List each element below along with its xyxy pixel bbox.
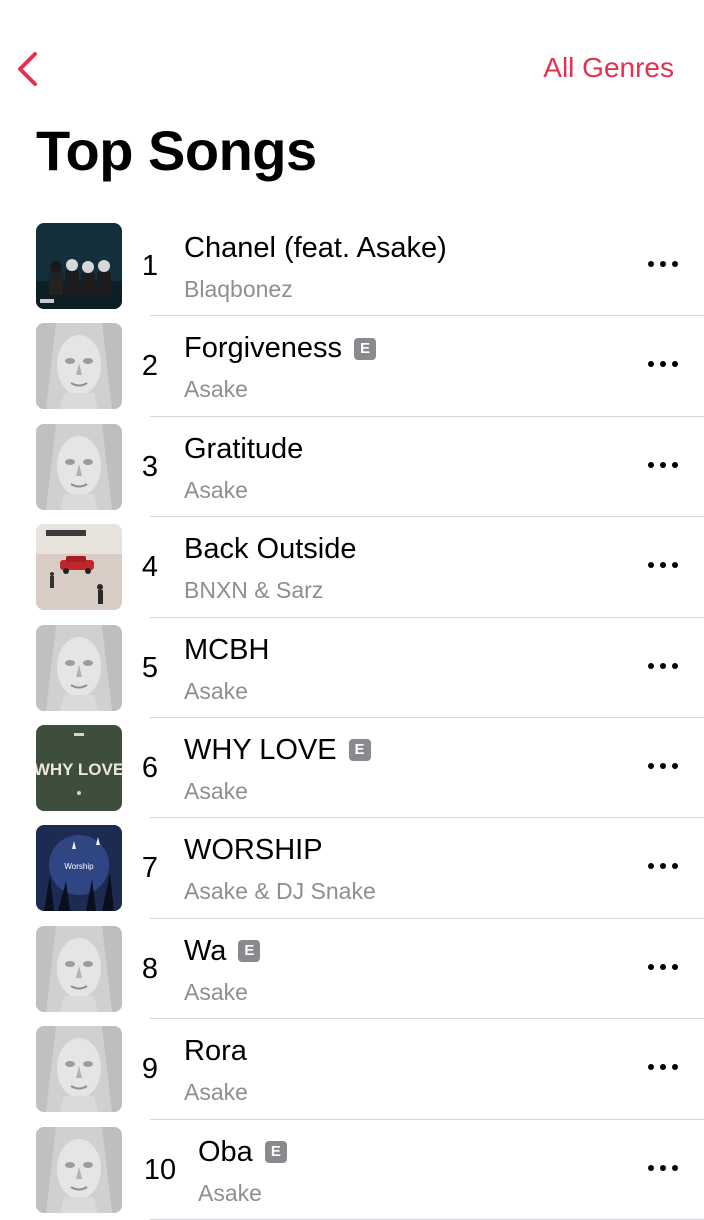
song-rank: 4	[141, 551, 159, 584]
song-artist: Asake	[184, 476, 248, 503]
ellipsis-icon	[648, 963, 678, 970]
song-row[interactable]: 8 Wa E Asake	[0, 919, 704, 1020]
album-art	[36, 423, 122, 510]
song-title: WHY LOVE	[184, 733, 337, 766]
song-artist: BNXN & Sarz	[184, 577, 324, 604]
song-title: Gratitude	[184, 432, 304, 465]
ellipsis-icon	[648, 1164, 678, 1171]
song-title-group: Chanel (feat. Asake)	[184, 232, 447, 265]
explicit-badge: E	[353, 337, 376, 360]
song-row[interactable]: 2 Forgiveness E Asake	[0, 316, 704, 417]
song-artist: Asake	[198, 1179, 262, 1206]
explicit-badge: E	[238, 940, 261, 963]
more-options-button[interactable]	[648, 553, 678, 577]
more-options-button[interactable]	[648, 654, 678, 678]
song-rank: 10	[143, 1153, 177, 1186]
song-title: Wa	[184, 934, 227, 967]
song-row[interactable]: 3 Gratitude Asake	[0, 417, 704, 518]
song-title-group: WHY LOVE E	[184, 734, 371, 767]
chevron-left-icon	[18, 52, 37, 86]
song-row[interactable]: 1 Chanel (feat. Asake) Blaqbonez	[0, 216, 704, 317]
ellipsis-icon	[648, 863, 678, 870]
album-art: WHY LOVE	[36, 724, 122, 811]
song-list: 1 Chanel (feat. Asake) Blaqbonez 2 Forgiven…	[0, 216, 704, 1220]
ellipsis-icon	[648, 762, 678, 769]
more-options-button[interactable]	[648, 955, 678, 979]
more-options-button[interactable]	[648, 252, 678, 276]
song-artist: Asake	[184, 777, 248, 804]
song-artist: Blaqbonez	[184, 276, 293, 302]
song-rank: 1	[141, 250, 159, 282]
song-rank: 5	[141, 651, 159, 684]
back-button[interactable]	[10, 46, 50, 92]
navigation-bar: All Genres	[0, 0, 704, 110]
song-title-group: Wa E	[184, 934, 261, 968]
more-options-button[interactable]	[648, 754, 678, 778]
song-row[interactable]: 5 MCBH Asake	[0, 618, 704, 718]
song-artist: Asake	[184, 978, 248, 1005]
song-row[interactable]: WHY LOVE 6 WHY LOVE E Asake	[0, 718, 704, 819]
song-rank: 6	[141, 751, 159, 784]
album-art	[36, 323, 122, 410]
ellipsis-icon	[648, 261, 678, 267]
song-title: WORSHIP	[184, 834, 323, 867]
song-title: Back Outside	[184, 533, 357, 566]
song-artist: Asake	[184, 677, 248, 704]
song-title: Forgiveness	[184, 332, 342, 365]
song-artist: Asake & DJ Snake	[184, 878, 376, 905]
song-row[interactable]: 4 Back Outside BNXN & Sarz	[0, 517, 704, 618]
song-title-group: Oba E	[198, 1136, 287, 1169]
song-title-group: Forgiveness E	[184, 332, 376, 365]
song-row[interactable]: 9 Rora Asake	[0, 1019, 704, 1120]
song-artist: Asake	[184, 376, 248, 403]
song-rank: 7	[141, 852, 159, 885]
more-options-button[interactable]	[648, 1156, 678, 1180]
song-title: MCBH	[184, 633, 270, 666]
song-title-group: MCBH	[184, 634, 269, 667]
explicit-badge: E	[348, 739, 371, 762]
song-row[interactable]: 10 Oba E Asake	[0, 1120, 704, 1220]
explicit-badge: E	[264, 1141, 287, 1164]
song-title: Chanel (feat. Asake)	[184, 232, 447, 264]
album-art	[36, 223, 122, 309]
song-rank: 2	[141, 350, 159, 383]
more-options-button[interactable]	[648, 1055, 678, 1079]
ellipsis-icon	[648, 562, 678, 569]
album-art	[36, 624, 122, 711]
song-row[interactable]: Worship 7 WORSHIP Asake & DJ Snake	[0, 818, 704, 919]
all-genres-button[interactable]: All Genres	[543, 52, 674, 84]
more-options-button[interactable]	[648, 453, 678, 477]
song-artist: Asake	[184, 1079, 248, 1106]
ellipsis-icon	[648, 1064, 678, 1071]
page-title: Top Songs	[36, 119, 317, 182]
album-art	[36, 524, 122, 611]
song-title-group: Back Outside	[184, 533, 356, 566]
album-art	[36, 1026, 122, 1113]
song-rank: 9	[141, 1053, 159, 1086]
song-title-group: Rora	[184, 1035, 247, 1068]
song-rank: 3	[141, 450, 159, 483]
ellipsis-icon	[648, 361, 678, 368]
ellipsis-icon	[648, 662, 678, 669]
svg-text:WHY LOVE: WHY LOVE	[36, 760, 122, 779]
ellipsis-icon	[648, 461, 678, 468]
more-options-button[interactable]	[648, 352, 678, 376]
song-rank: 8	[141, 952, 159, 985]
svg-text:Worship: Worship	[64, 862, 94, 871]
album-art: Worship	[36, 825, 122, 912]
song-title: Oba	[198, 1135, 253, 1168]
more-options-button[interactable]	[648, 854, 678, 878]
song-title-group: WORSHIP	[184, 834, 323, 867]
song-title-group: Gratitude	[184, 433, 303, 466]
song-title: Rora	[184, 1035, 247, 1068]
album-art	[36, 925, 122, 1012]
